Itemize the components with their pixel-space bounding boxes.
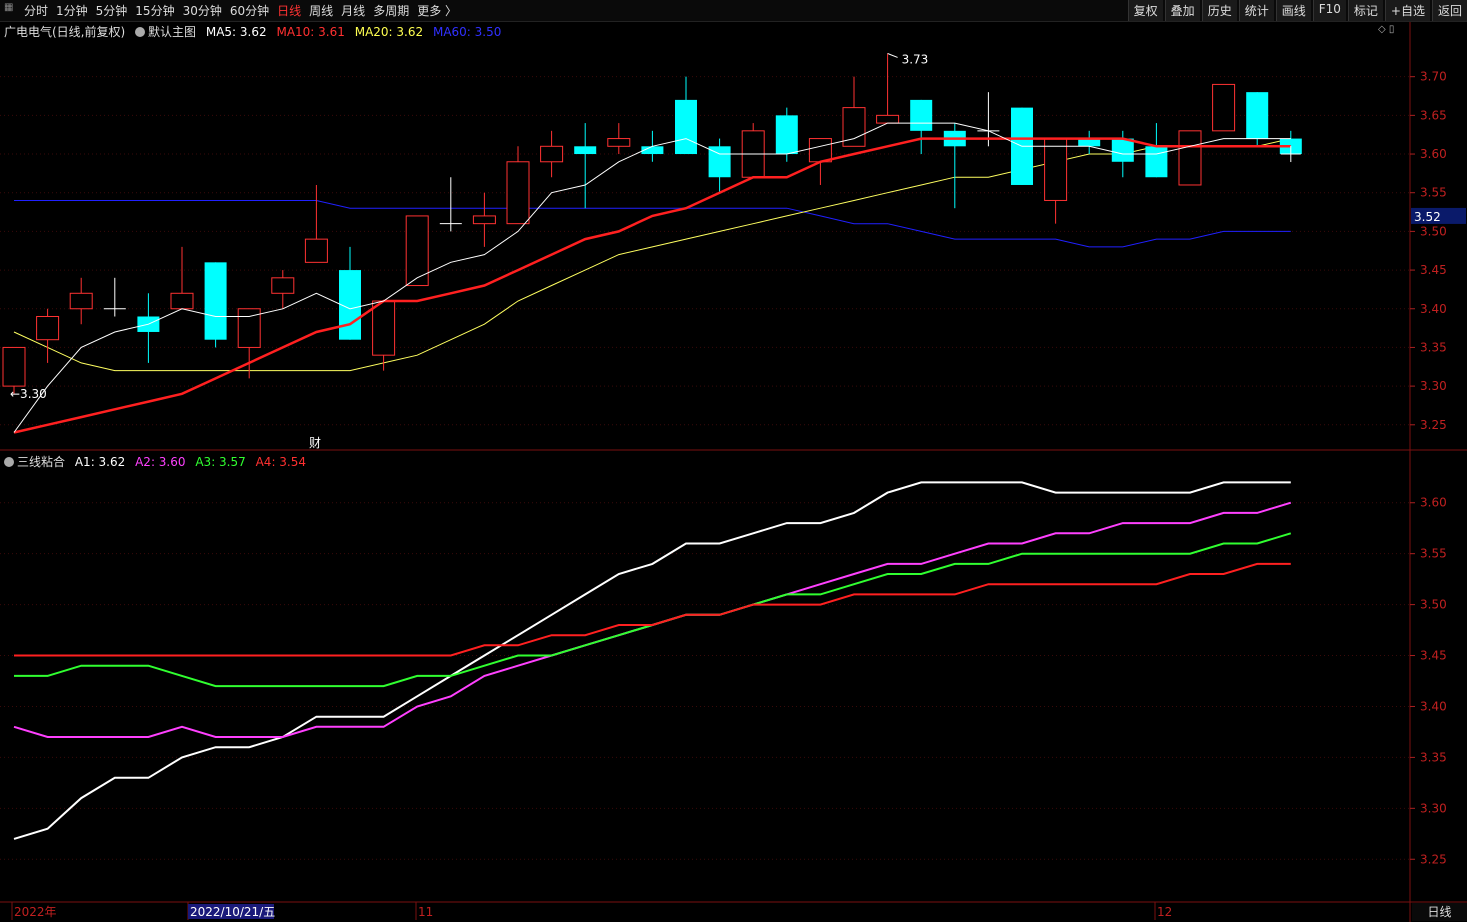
main-tick-label: 3.45 xyxy=(1420,263,1447,277)
sub-tick-label: 3.35 xyxy=(1420,750,1447,764)
candle xyxy=(69,277,93,325)
candle xyxy=(103,277,126,317)
sub-tick-label: 3.40 xyxy=(1420,699,1447,713)
candle-body-up xyxy=(304,238,328,263)
candle xyxy=(137,293,160,363)
candle xyxy=(1145,123,1168,178)
period-indicator: 日线 xyxy=(1412,903,1467,921)
sub-tick-label: 3.55 xyxy=(1420,547,1447,561)
x-axis-label: 12 xyxy=(1157,905,1172,919)
candle-body-up xyxy=(1212,83,1236,132)
candle-body-down xyxy=(1111,138,1134,162)
current-price-label: 3.52 xyxy=(1414,210,1441,224)
candle-body-up xyxy=(271,277,295,294)
candle-body-up xyxy=(69,292,93,310)
candle xyxy=(708,138,731,193)
candle xyxy=(506,146,530,225)
finance-marker[interactable]: 财 xyxy=(309,436,321,450)
candle-body-up xyxy=(36,315,60,341)
candle-body-down xyxy=(675,99,697,155)
candle xyxy=(1044,138,1068,224)
candle xyxy=(943,123,966,209)
candle xyxy=(607,123,631,155)
main-tick-label: 3.60 xyxy=(1420,147,1447,161)
main-tick-label: 3.55 xyxy=(1420,186,1447,200)
candle-body-up xyxy=(1044,138,1068,201)
main-tick-label: 3.25 xyxy=(1420,418,1447,432)
main-tick-label: 3.35 xyxy=(1420,340,1447,354)
candle-body-up xyxy=(405,215,429,287)
candle-body-down xyxy=(204,262,227,340)
main-tick-label: 3.65 xyxy=(1420,108,1447,122)
candle xyxy=(876,53,900,124)
candle xyxy=(472,192,496,247)
main-tick-label: 3.50 xyxy=(1420,224,1447,238)
candle-body-up xyxy=(2,346,26,387)
candle xyxy=(237,308,261,379)
candle-body-up xyxy=(808,138,832,163)
candle xyxy=(1078,130,1101,155)
candle xyxy=(910,99,933,155)
candle xyxy=(271,270,295,309)
sub-tick-label: 3.50 xyxy=(1420,598,1447,612)
low-label: ←3.30 xyxy=(10,387,47,401)
candle-body-up xyxy=(472,215,496,225)
sub-tick-label: 3.25 xyxy=(1420,852,1447,866)
candle xyxy=(439,177,462,232)
candle xyxy=(842,76,866,147)
candle-body-down xyxy=(1246,92,1269,139)
candle xyxy=(574,123,597,209)
candle-body-up xyxy=(372,300,396,356)
candle xyxy=(1178,130,1202,186)
candle-body-up xyxy=(506,161,530,225)
candle xyxy=(372,300,396,371)
sub-tick-label: 3.30 xyxy=(1420,801,1447,815)
candle xyxy=(540,130,564,178)
sub-line-a2 xyxy=(13,501,1292,738)
candle xyxy=(741,123,765,178)
candle-body-up xyxy=(170,292,194,310)
candle-body-up xyxy=(876,114,900,124)
candle xyxy=(170,246,194,310)
ma60-line xyxy=(14,200,1291,248)
high-label: 3.73 xyxy=(902,52,929,66)
candle-body-up xyxy=(540,145,564,163)
main-tick-label: 3.40 xyxy=(1420,302,1447,316)
candle-body-up xyxy=(1178,130,1202,186)
candle-body-down xyxy=(574,146,597,155)
candle-body-up xyxy=(607,138,631,147)
candle-body-down xyxy=(910,99,933,131)
sub-line-a3 xyxy=(14,532,1292,688)
x-axis-label: 2022年 xyxy=(14,905,57,919)
candle xyxy=(304,184,328,263)
candle-body-down xyxy=(775,115,798,155)
sub-tick-label: 3.60 xyxy=(1420,496,1447,510)
main-tick-label: 3.70 xyxy=(1420,70,1447,84)
sub-line-a1 xyxy=(13,481,1291,840)
kline-chart[interactable]: 3.25 3.30 3.35 3.40 3.45 3.50 3.55 3.60 3.65 3.70… xyxy=(0,0,1467,922)
x-axis-label: 11 xyxy=(418,905,433,919)
candle xyxy=(405,215,429,287)
sub-line-a4 xyxy=(14,562,1291,657)
sub-tick-label: 3.45 xyxy=(1420,649,1447,663)
candle-body-down xyxy=(1145,146,1168,178)
x-axis-label: 2022/10/21/五 xyxy=(190,905,275,919)
candle xyxy=(36,308,60,363)
candle xyxy=(204,262,227,348)
high-arrow xyxy=(887,53,898,58)
main-tick-label: 3.30 xyxy=(1420,379,1447,393)
candle xyxy=(1212,83,1236,132)
